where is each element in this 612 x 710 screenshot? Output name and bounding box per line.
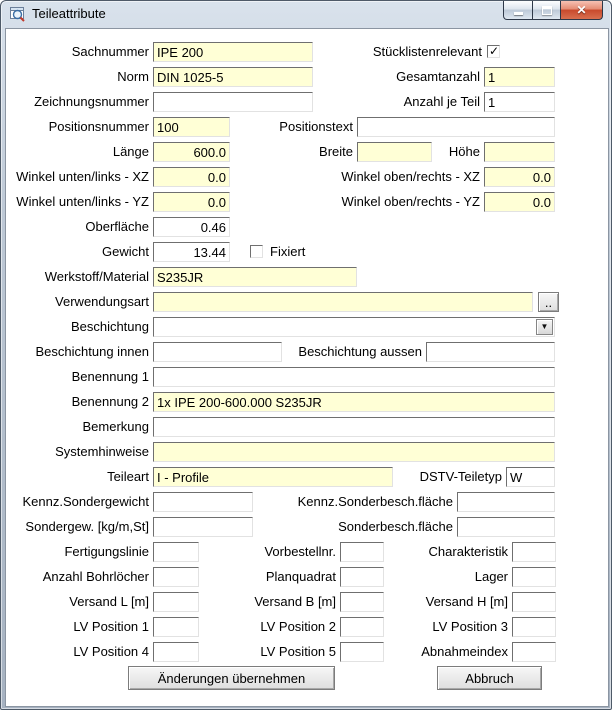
- benennung2-input[interactable]: [153, 392, 555, 412]
- window-title: Teileattribute: [32, 6, 106, 21]
- close-button[interactable]: ✕: [561, 1, 603, 20]
- close-icon: ✕: [576, 3, 587, 17]
- lv4-label: LV Position 4: [73, 644, 149, 659]
- dstv-teiletyp-input[interactable]: [506, 467, 555, 487]
- kennz-sonderbesch-label: Kennz.Sonderbesch.fläche: [297, 494, 453, 509]
- systemhinweise-label: Systemhinweise: [55, 444, 149, 459]
- norm-input[interactable]: [153, 67, 313, 87]
- werkstoff-input[interactable]: [153, 267, 357, 287]
- sachnummer-input[interactable]: [153, 42, 313, 62]
- oberflaeche-input[interactable]: [153, 217, 230, 237]
- maximize-icon: [541, 5, 552, 15]
- versand-h-input[interactable]: [512, 592, 556, 612]
- versand-l-label: Versand L [m]: [69, 594, 149, 609]
- lv3-input[interactable]: [512, 617, 556, 637]
- winkel-ul-xz-label: Winkel unten/links - XZ: [16, 169, 149, 184]
- lager-input[interactable]: [512, 567, 556, 587]
- benennung2-label: Benennung 2: [71, 394, 149, 409]
- benennung1-input[interactable]: [153, 367, 555, 387]
- oberflaeche-label: Oberfläche: [85, 219, 149, 234]
- stuecklistenrelevant-label: Stücklistenrelevant: [372, 44, 482, 59]
- minimize-button[interactable]: [503, 1, 533, 20]
- stuecklistenrelevant-checkbox[interactable]: [487, 44, 500, 58]
- bemerkung-label: Bemerkung: [82, 419, 149, 434]
- teileattribute-icon: [10, 7, 25, 22]
- beschichtung-aussen-label: Beschichtung aussen: [298, 344, 422, 359]
- chevron-down-icon[interactable]: ▼: [536, 319, 553, 335]
- abnahmeindex-input[interactable]: [512, 642, 556, 662]
- anzahl-bohrloecher-label: Anzahl Bohrlöcher: [42, 569, 149, 584]
- verwendungsart-browse-button[interactable]: ..: [538, 292, 559, 312]
- versand-h-label: Versand H [m]: [425, 594, 508, 609]
- apply-changes-button[interactable]: Änderungen übernehmen: [128, 666, 335, 690]
- kennz-sondergewicht-input[interactable]: [153, 492, 253, 512]
- kennz-sonderbesch-input[interactable]: [457, 492, 555, 512]
- vorbestellnr-label: Vorbestellnr.: [264, 544, 336, 559]
- bemerkung-input[interactable]: [153, 417, 555, 437]
- dialog-body: Sachnummer Stücklistenrelevant Norm Gesa…: [5, 28, 609, 707]
- beschichtung-aussen-input[interactable]: [426, 342, 555, 362]
- planquadrat-label: Planquadrat: [265, 569, 336, 584]
- winkel-or-yz-input[interactable]: [484, 192, 555, 212]
- fixiert-label: Fixiert: [270, 244, 306, 259]
- cancel-button[interactable]: Abbruch: [437, 666, 542, 690]
- teileattribute-dialog: Teileattribute ✕ Sachnummer Stücklistenr…: [0, 0, 612, 710]
- sachnummer-label: Sachnummer: [71, 44, 149, 59]
- fertigungslinie-label: Fertigungslinie: [64, 544, 149, 559]
- sonderbesch-input[interactable]: [457, 517, 555, 537]
- beschichtung-label: Beschichtung: [70, 319, 149, 334]
- winkel-ul-xz-input[interactable]: [153, 167, 230, 187]
- gesamtanzahl-label: Gesamtanzahl: [396, 69, 480, 84]
- caption-buttons: ✕: [503, 1, 603, 20]
- fixiert-checkbox[interactable]: [250, 245, 263, 258]
- systemhinweise-input[interactable]: [153, 442, 555, 462]
- winkel-or-xz-label: Winkel oben/rechts - XZ: [341, 169, 480, 184]
- beschichtung-combobox[interactable]: ▼: [153, 317, 555, 337]
- titlebar[interactable]: Teileattribute ✕: [1, 1, 611, 27]
- lv2-label: LV Position 2: [260, 619, 336, 634]
- breite-label: Breite: [319, 144, 353, 159]
- versand-b-label: Versand B [m]: [254, 594, 336, 609]
- anzahl-je-teil-input[interactable]: [484, 92, 555, 112]
- norm-label: Norm: [117, 69, 149, 84]
- zeichnungsnummer-input[interactable]: [153, 92, 313, 112]
- anzahl-je-teil-label: Anzahl je Teil: [403, 94, 480, 109]
- charakteristik-label: Charakteristik: [428, 544, 508, 559]
- teileart-label: Teileart: [107, 469, 149, 484]
- werkstoff-label: Werkstoff/Material: [44, 269, 149, 284]
- hoehe-input[interactable]: [484, 142, 555, 162]
- maximize-button[interactable]: [533, 1, 561, 20]
- charakteristik-input[interactable]: [512, 542, 556, 562]
- winkel-ul-yz-label: Winkel unten/links - YZ: [16, 194, 149, 209]
- positionstext-input[interactable]: [357, 117, 555, 137]
- minimize-icon: [513, 12, 523, 15]
- abnahmeindex-label: Abnahmeindex: [421, 644, 508, 659]
- dstv-teiletyp-label: DSTV-Teiletyp: [419, 469, 502, 484]
- gesamtanzahl-input[interactable]: [484, 67, 555, 87]
- sondergew-label: Sondergew. [kg/m,St]: [25, 519, 149, 534]
- benennung1-label: Benennung 1: [71, 369, 149, 384]
- winkel-or-xz-input[interactable]: [484, 167, 555, 187]
- gewicht-input[interactable]: [153, 242, 230, 262]
- positionstext-label: Positionstext: [279, 119, 353, 134]
- laenge-label: Länge: [112, 144, 149, 159]
- hoehe-label: Höhe: [448, 144, 480, 159]
- lager-label: Lager: [474, 569, 508, 584]
- positionsnummer-label: Positionsnummer: [48, 119, 149, 134]
- lv1-label: LV Position 1: [73, 619, 149, 634]
- verwendungsart-input[interactable]: [153, 292, 533, 312]
- beschichtung-innen-label: Beschichtung innen: [35, 344, 149, 359]
- winkel-ul-yz-input[interactable]: [153, 192, 230, 212]
- winkel-or-yz-label: Winkel oben/rechts - YZ: [341, 194, 480, 209]
- gewicht-label: Gewicht: [102, 244, 149, 259]
- lv3-label: LV Position 3: [432, 619, 508, 634]
- zeichnungsnummer-label: Zeichnungsnummer: [34, 94, 149, 109]
- sonderbesch-label: Sonderbesch.fläche: [338, 519, 453, 534]
- kennz-sondergewicht-label: Kennz.Sondergewicht: [22, 494, 149, 509]
- lv5-label: LV Position 5: [260, 644, 336, 659]
- sondergew-input[interactable]: [153, 517, 253, 537]
- verwendungsart-label: Verwendungsart: [55, 294, 149, 309]
